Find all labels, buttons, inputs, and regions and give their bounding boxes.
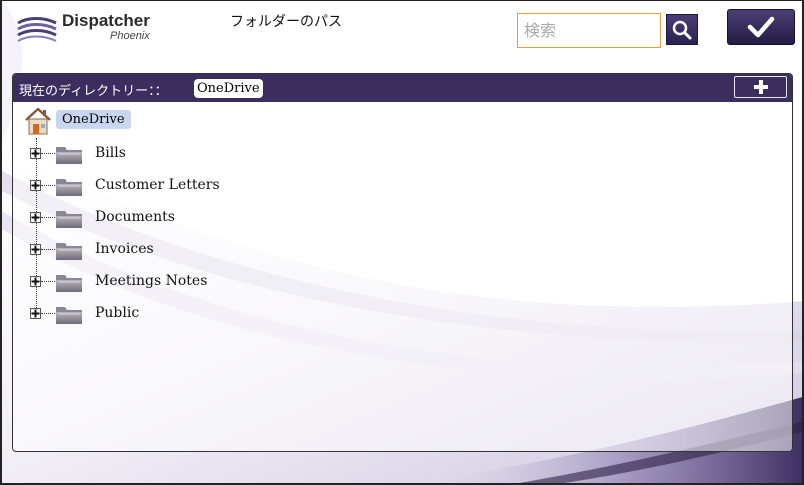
page-title: フォルダーのパス <box>230 14 342 30</box>
folder-icon <box>56 179 82 196</box>
tree-root-onedrive[interactable]: OneDrive <box>56 110 131 129</box>
folder-icon <box>56 243 82 260</box>
current-directory-label: 現在のディレクトリー：： <box>19 84 168 99</box>
current-directory-bar: 現在のディレクトリー：： OneDrive <box>13 74 792 102</box>
folder-icon <box>56 275 82 292</box>
ok-button[interactable] <box>727 9 795 45</box>
expand-plus-icon[interactable] <box>30 148 41 159</box>
folder-label: Public <box>95 305 140 321</box>
search-button[interactable] <box>666 14 698 45</box>
app-frame: Dispatcher Phoenix フォルダーのパス 現在のディレクトリー：：… <box>0 0 804 485</box>
app-name: Dispatcher <box>62 11 150 30</box>
add-folder-button[interactable] <box>734 76 787 98</box>
checkmark-icon <box>747 16 775 38</box>
dispatcher-logo: Dispatcher Phoenix <box>16 11 166 47</box>
expand-plus-icon[interactable] <box>30 212 41 223</box>
folder-label: Bills <box>95 145 126 161</box>
tree-folder-row[interactable]: Invoices <box>13 238 413 266</box>
folder-browser-panel: 現在のディレクトリー：： OneDrive OneDrive Bills Cust… <box>12 73 793 452</box>
tree-folder-row[interactable]: Customer Letters <box>13 174 413 202</box>
search-input[interactable] <box>517 13 661 48</box>
tree-folder-row[interactable]: Meetings Notes <box>13 270 413 298</box>
tree-folder-row[interactable]: Public <box>13 302 413 330</box>
folder-label: Meetings Notes <box>95 273 208 289</box>
logo-mark-icon <box>17 17 57 42</box>
plus-icon <box>753 80 768 94</box>
home-icon[interactable] <box>23 106 53 136</box>
folder-icon <box>56 147 82 164</box>
folder-icon <box>56 307 82 324</box>
current-directory-value: OneDrive <box>194 79 263 98</box>
magnifier-icon <box>672 20 692 39</box>
folder-label: Customer Letters <box>95 177 220 193</box>
expand-plus-icon[interactable] <box>30 308 41 319</box>
header: Dispatcher Phoenix フォルダーのパス <box>2 1 802 69</box>
tree-folder-row[interactable]: Documents <box>13 206 413 234</box>
folder-tree: OneDrive Bills Customer Letters Documents I… <box>13 102 792 451</box>
expand-plus-icon[interactable] <box>30 244 41 255</box>
app-subtitle: Phoenix <box>110 30 150 42</box>
folder-label: Documents <box>95 209 175 225</box>
expand-plus-icon[interactable] <box>30 180 41 191</box>
expand-plus-icon[interactable] <box>30 276 41 287</box>
folder-icon <box>56 211 82 228</box>
tree-folder-row[interactable]: Bills <box>13 142 413 170</box>
folder-label: Invoices <box>95 241 154 257</box>
